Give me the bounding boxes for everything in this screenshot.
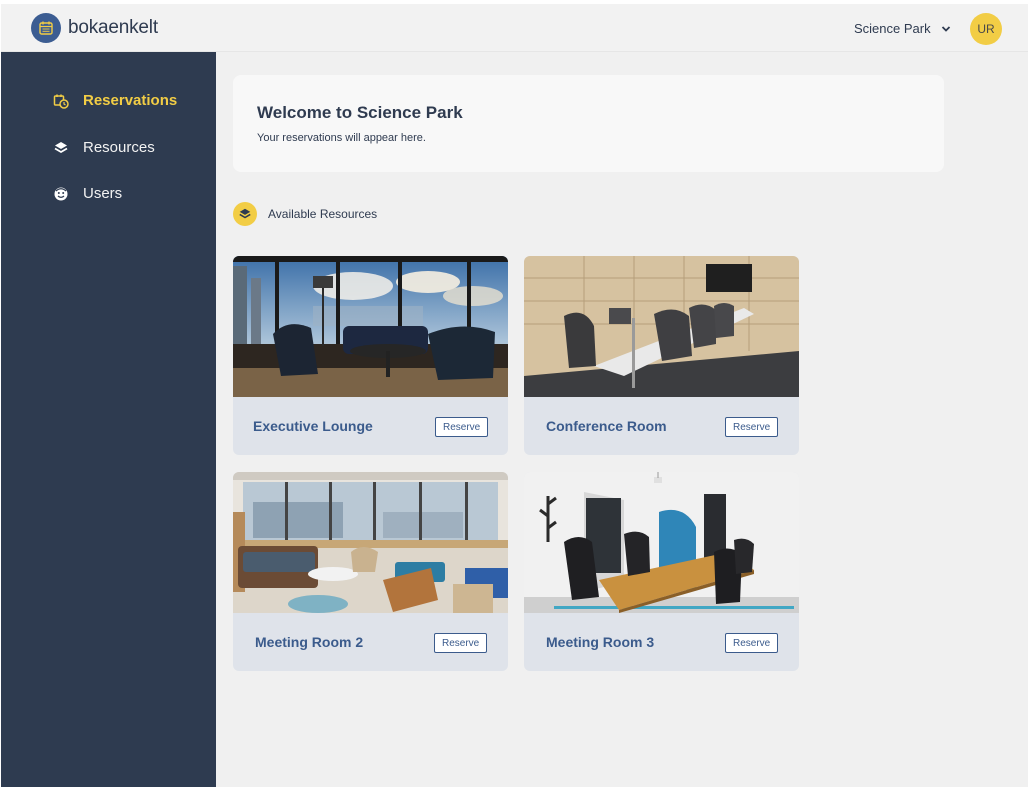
welcome-panel: Welcome to Science Park Your reservation…	[233, 75, 944, 172]
sidebar: Reservations Resources Users	[1, 52, 216, 787]
reserve-button[interactable]: Reserve	[725, 417, 779, 437]
section-label: Available Resources	[268, 207, 378, 221]
sidebar-item-reservations[interactable]: Reservations	[53, 92, 177, 109]
card-title: Meeting Room 3	[546, 634, 655, 650]
meeting-room-2-photo	[233, 472, 508, 613]
sidebar-item-label: Reservations	[83, 92, 178, 109]
site-selector-label: Science Park	[854, 21, 931, 36]
user-avatar[interactable]: UR	[970, 13, 1002, 45]
conference-room-photo	[524, 256, 799, 397]
resource-card-meeting-room-3[interactable]: Meeting Room 3 Reserve	[524, 472, 799, 671]
layers-icon	[233, 202, 257, 226]
calendar-logo-icon	[31, 13, 61, 43]
app-frame: bokaenkelt Science Park UR Reservations	[1, 4, 1028, 787]
resource-card-executive-lounge[interactable]: Executive Lounge Reserve	[233, 256, 508, 455]
welcome-title: Welcome to Science Park	[257, 103, 463, 122]
card-title: Meeting Room 2	[255, 634, 364, 650]
card-title: Conference Room	[546, 418, 667, 434]
resource-card-conference-room[interactable]: Conference Room Reserve	[524, 256, 799, 455]
reserve-button[interactable]: Reserve	[435, 417, 489, 437]
sidebar-item-label: Users	[83, 185, 123, 202]
brand-name[interactable]: bokaenkelt	[68, 17, 158, 39]
meeting-room-3-photo	[524, 472, 799, 613]
available-resources-header: Available Resources	[233, 202, 377, 226]
resource-card-meeting-room-2[interactable]: Meeting Room 2 Reserve	[233, 472, 508, 671]
chevron-down-icon	[941, 21, 951, 36]
user-face-icon	[53, 186, 69, 202]
reserve-button[interactable]: Reserve	[434, 633, 488, 653]
welcome-subtitle: Your reservations will appear here.	[257, 132, 426, 144]
card-title: Executive Lounge	[253, 418, 373, 434]
sidebar-item-users[interactable]: Users	[53, 185, 122, 202]
layers-icon	[53, 140, 69, 156]
site-selector[interactable]: Science Park	[854, 21, 951, 36]
sidebar-item-resources[interactable]: Resources	[53, 139, 155, 156]
top-bar: bokaenkelt Science Park UR	[1, 4, 1028, 52]
calendar-clock-icon	[53, 93, 69, 109]
lounge-photo	[233, 256, 508, 397]
reserve-button[interactable]: Reserve	[725, 633, 779, 653]
sidebar-item-label: Resources	[83, 139, 155, 156]
